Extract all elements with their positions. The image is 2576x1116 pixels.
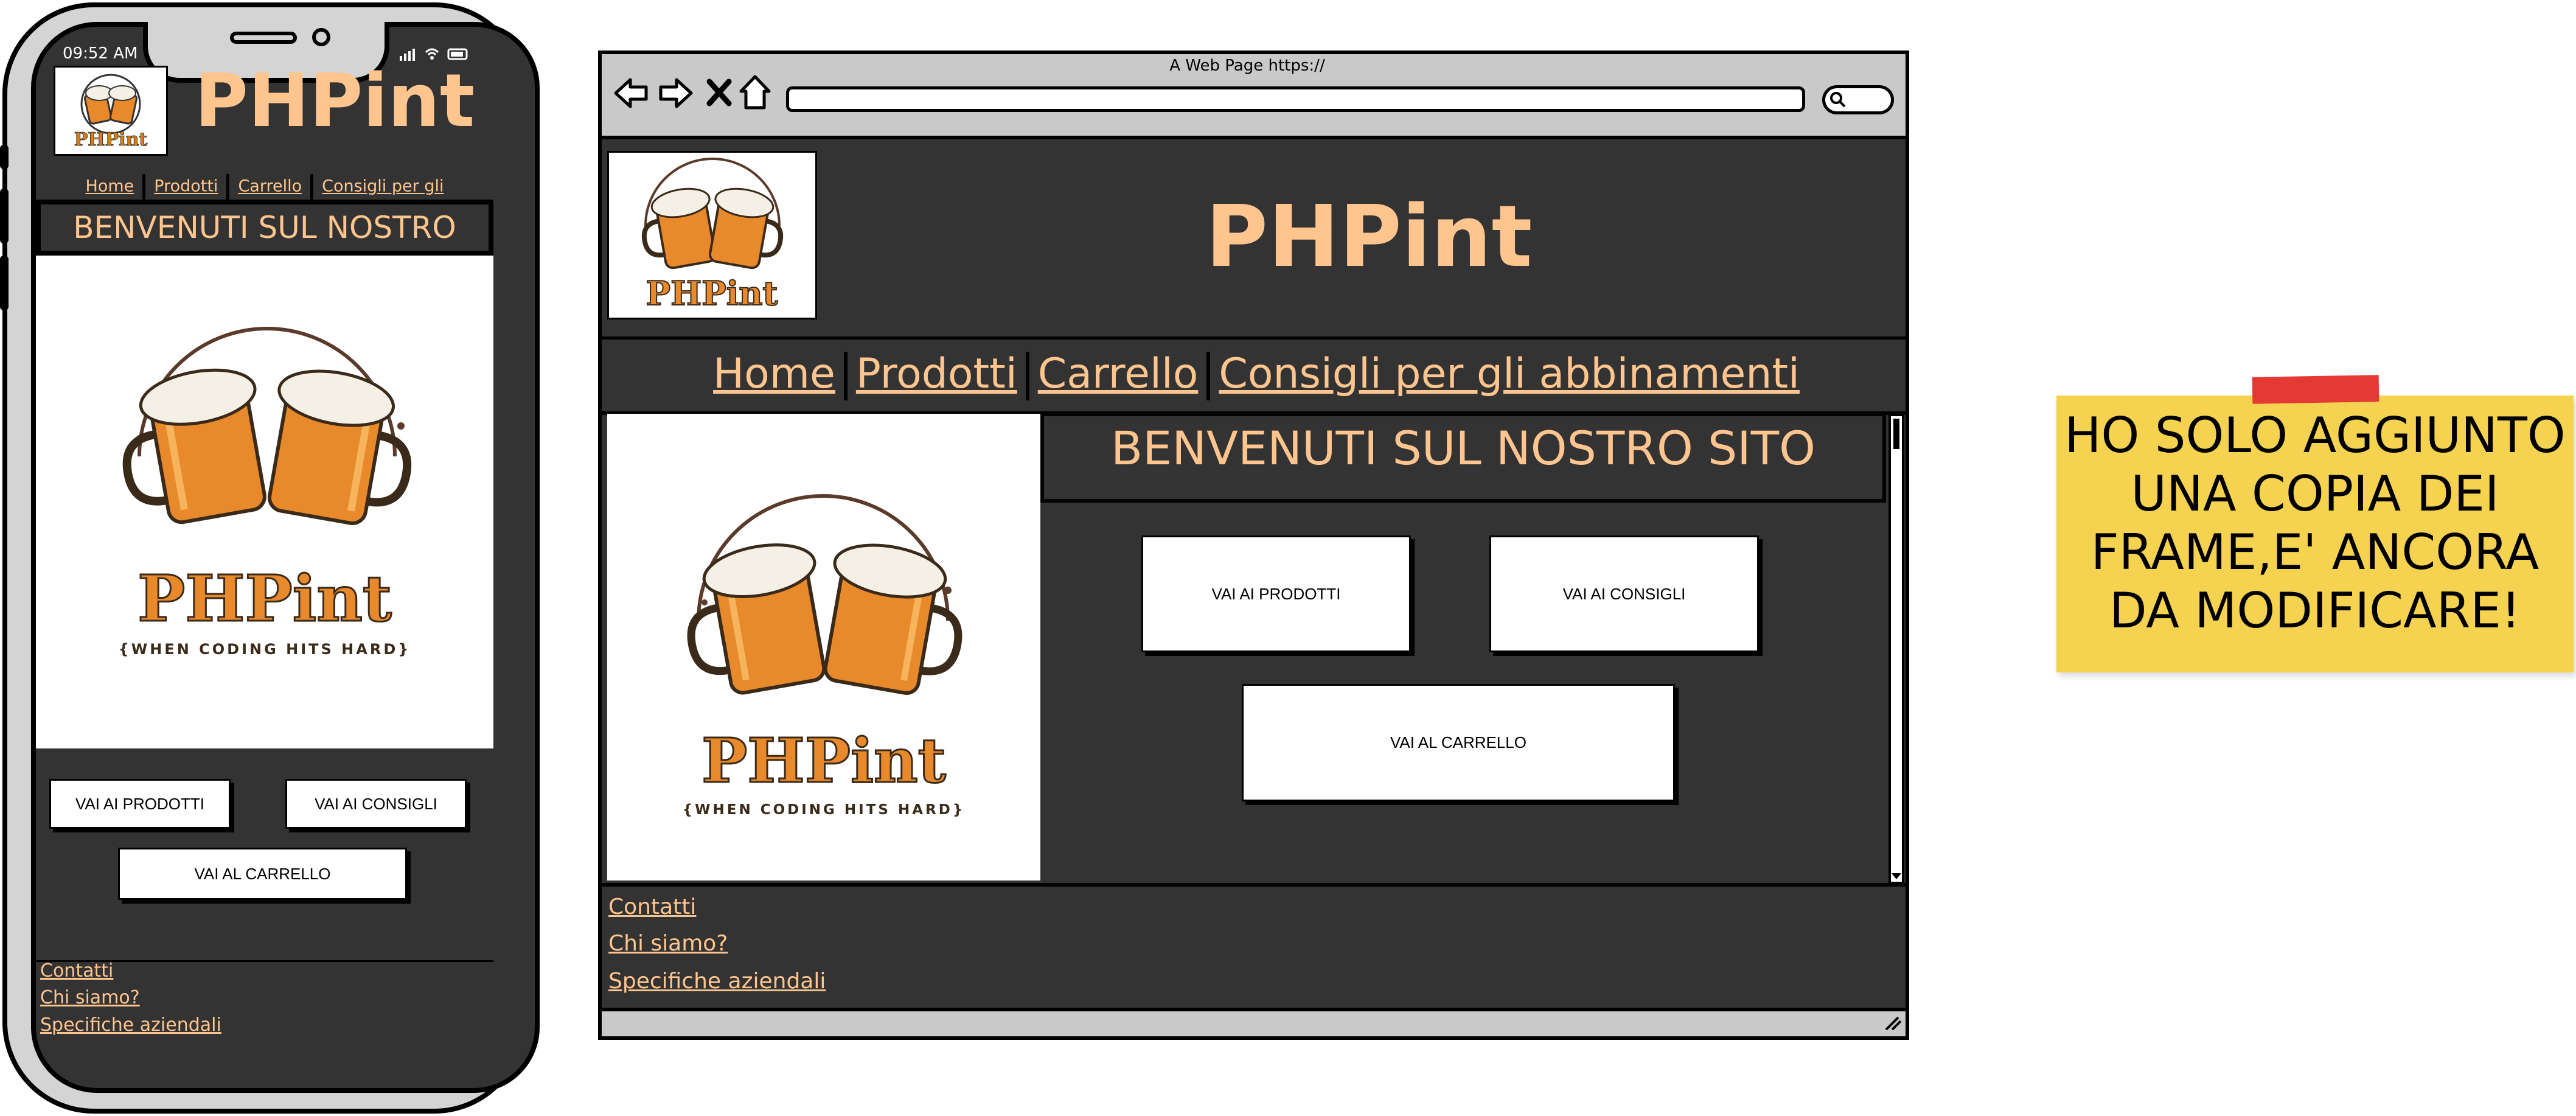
phone-brand-title: PHPint (195, 59, 475, 144)
browser-go-cart-button[interactable]: VAI AL CARRELLO (1242, 684, 1675, 801)
browser-window-title: A Web Page https:// (1169, 57, 1325, 75)
phone-side-button (0, 145, 9, 169)
nav-home[interactable]: Home (713, 350, 835, 398)
nav-prodotti[interactable]: Prodotti (154, 177, 218, 196)
svg-text:{WHEN CODING HITS HARD}: {WHEN CODING HITS HARD} (683, 802, 965, 818)
svg-text:PHPint: PHPint (74, 129, 148, 150)
home-icon[interactable] (739, 74, 771, 113)
browser-search-field[interactable] (1822, 85, 1894, 114)
note-tape (2252, 375, 2379, 404)
browser-welcome-heading: BENVENUTI SUL NOSTRO SITO (1040, 413, 1886, 503)
phone-footer-chi-siamo[interactable]: Chi siamo? (40, 987, 140, 1008)
browser-brand-title: PHPint (1205, 187, 1533, 287)
address-bar-input[interactable] (786, 86, 1805, 112)
note-line: DA MODIFICARE! (2109, 582, 2521, 639)
phone-welcome-heading: BENVENUTI SUL NOSTRO SITO (36, 200, 493, 291)
forward-icon[interactable] (657, 76, 694, 113)
camera-icon (312, 28, 330, 46)
browser-hero-image: PHPint {WHEN CODING HITS HARD} (607, 414, 1040, 881)
footer-divider (602, 883, 1906, 887)
browser-go-products-button[interactable]: VAI AI PRODOTTI (1141, 535, 1411, 652)
browser-footer-chi-siamo[interactable]: Chi siamo? (608, 931, 728, 956)
phone-go-tips-button[interactable]: VAI AI CONSIGLI (285, 779, 467, 829)
nav-prodotti[interactable]: Prodotti (856, 350, 1017, 398)
browser-footer-specifiche[interactable]: Specifiche aziendali (608, 969, 826, 994)
note-line: FRAME,E' ANCORA (2090, 524, 2539, 581)
phone-volume-up-button (0, 189, 9, 243)
content-scrollbar[interactable] (1888, 414, 1904, 884)
phone-logo[interactable]: PHPint (54, 66, 168, 156)
nav-carrello[interactable]: Carrello (238, 177, 302, 196)
nav-consigli[interactable]: Consigli per gli abbinamenti (1219, 350, 1800, 398)
browser-statusbar (602, 1008, 1906, 1036)
phone-go-cart-button[interactable]: VAI AL CARRELLO (118, 848, 407, 900)
sticky-note-text: HO SOLO AGGIUNTO UNA COPIA DEI FRAME,E' … (2063, 406, 2567, 640)
phone-go-products-button[interactable]: VAI AI PRODOTTI (49, 779, 231, 829)
phone-hero-image: PHPint {WHEN CODING HITS HARD} (36, 256, 493, 748)
phone-footer-contatti[interactable]: Contatti (40, 960, 113, 982)
svg-text:PHPint: PHPint (701, 725, 946, 797)
status-time: 09:52 AM (63, 44, 138, 63)
nav-carrello[interactable]: Carrello (1038, 350, 1199, 398)
browser-go-tips-button[interactable]: VAI AI CONSIGLI (1489, 535, 1759, 652)
note-line: HO SOLO AGGIUNTO (2064, 407, 2566, 464)
svg-text:PHPint: PHPint (646, 274, 778, 313)
resize-grip-icon (1885, 1016, 1902, 1031)
back-icon[interactable] (613, 76, 650, 113)
nav-home[interactable]: Home (86, 177, 134, 196)
browser-nav: Home Prodotti Carrello Consigli per gli abb… (669, 350, 1843, 401)
phone-volume-down-button (0, 256, 9, 310)
svg-text:{WHEN CODING HITS HARD}: {WHEN CODING HITS HARD} (119, 641, 411, 658)
browser-footer-contatti[interactable]: Contatti (608, 895, 696, 919)
header-divider (602, 337, 1906, 340)
svg-text:PHPint: PHPint (138, 561, 392, 636)
browser-logo[interactable]: PHPint (607, 151, 817, 319)
speaker-grill (230, 32, 297, 44)
scroll-down-icon (1892, 873, 1901, 879)
note-line: UNA COPIA DEI (2131, 466, 2499, 522)
phone-footer-specifiche[interactable]: Specifiche aziendali (40, 1014, 221, 1036)
search-icon (1830, 92, 1846, 108)
close-icon[interactable] (706, 78, 733, 110)
scrollbar-thumb[interactable] (1893, 419, 1899, 449)
